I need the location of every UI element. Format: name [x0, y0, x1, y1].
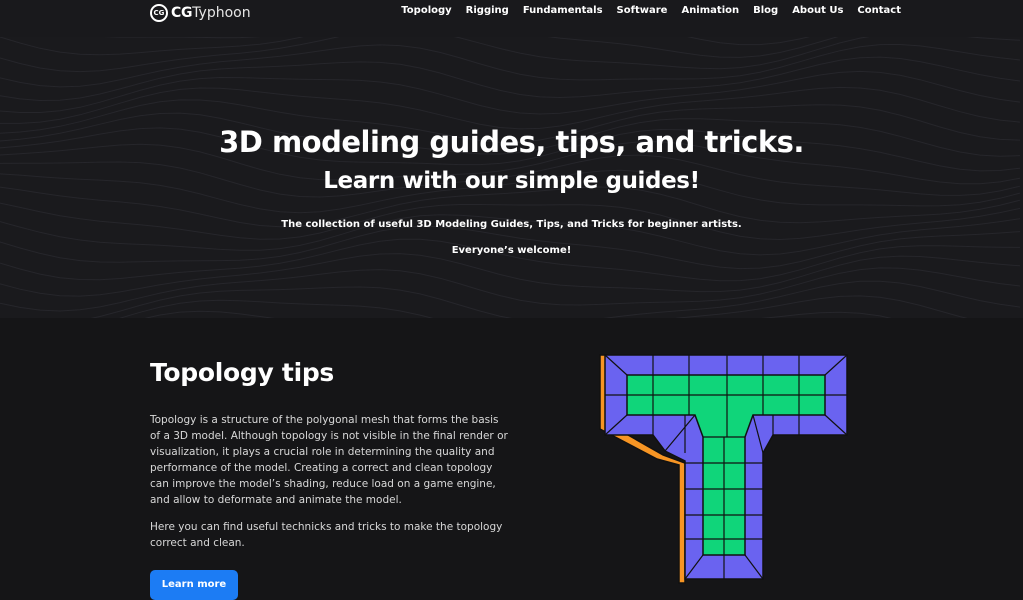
nav-menu: Topology Rigging Fundamentals Software A… [401, 5, 901, 16]
hero-wave-line [144, 310, 892, 318]
logo-mark-icon: CG [150, 4, 168, 22]
hero-wave-line [90, 280, 1021, 318]
hero-wave-line [0, 37, 1021, 73]
hero-subtitle: Learn with our simple guides! [323, 168, 700, 194]
nav-link-contact[interactable]: Contact [857, 5, 901, 16]
learn-more-button[interactable]: Learn more [150, 570, 238, 600]
nav-link-blog[interactable]: Blog [753, 5, 778, 16]
nav-link-software[interactable]: Software [617, 5, 668, 16]
hero-wave-line [118, 295, 968, 318]
nav-link-animation[interactable]: Animation [681, 5, 739, 16]
nav-link-topology[interactable]: Topology [401, 5, 451, 16]
nav-link-rigging[interactable]: Rigging [466, 5, 509, 16]
section-paragraph-1: Topology is a structure of the polygonal… [150, 414, 508, 506]
section-title: Topology tips [150, 358, 335, 387]
nav-link-about-us[interactable]: About Us [792, 5, 843, 16]
hero-title: 3D modeling guides, tips, and tricks. [219, 125, 804, 159]
hero-welcome: Everyone’s welcome! [451, 245, 572, 256]
hero-description: The collection of useful 3D Modeling Gui… [281, 219, 742, 230]
logo-text-bold: CG [171, 5, 193, 21]
hero-wave-line [102, 37, 811, 46]
hero-wave-line [0, 267, 1021, 312]
section-paragraph-2: Here you can find useful technicks and t… [150, 521, 503, 549]
site-logo[interactable]: CG CG Typhoon [150, 3, 251, 23]
topology-t-icon [599, 354, 848, 584]
hero-section: 3D modeling guides, tips, and tricks. Le… [0, 37, 1023, 318]
topology-section: Topology tips Topology is a structure of… [0, 318, 1023, 600]
top-navbar: CG CG Typhoon Topology Rigging Fundament… [0, 0, 1023, 37]
nav-link-fundamentals[interactable]: Fundamentals [523, 5, 603, 16]
logo-text-rest: Typhoon [192, 5, 251, 21]
hero-wave-line [0, 37, 839, 58]
